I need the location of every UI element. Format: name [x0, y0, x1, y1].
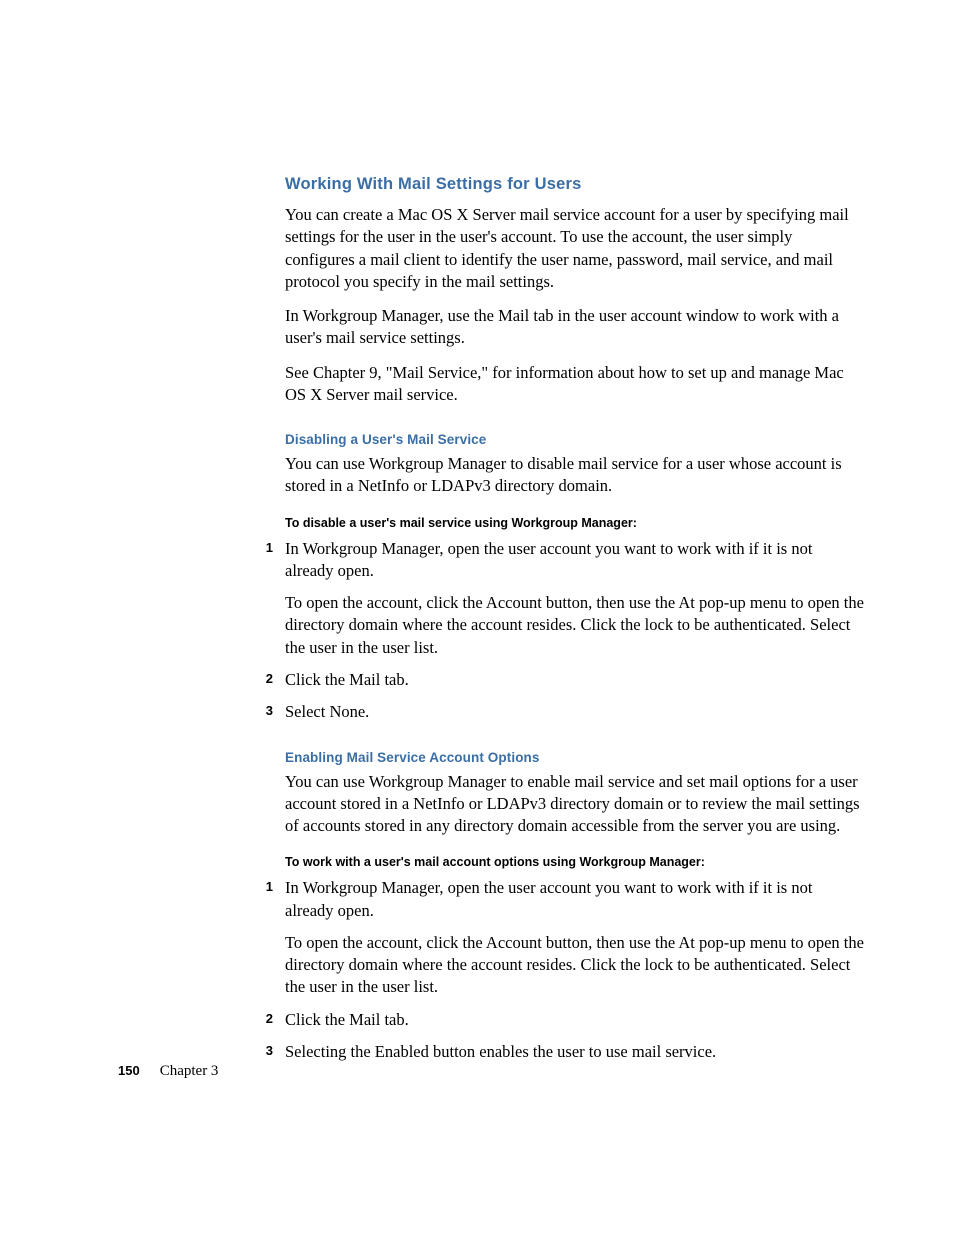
procedure-step: 2 Click the Mail tab. — [285, 1009, 864, 1031]
body-paragraph: You can use Workgroup Manager to enable … — [285, 771, 864, 838]
step-text: In Workgroup Manager, open the user acco… — [285, 877, 864, 922]
step-text: Click the Mail tab. — [285, 1009, 864, 1031]
step-number: 1 — [253, 538, 273, 659]
page-footer: 150 Chapter 3 — [118, 1062, 218, 1080]
step-body: In Workgroup Manager, open the user acco… — [285, 538, 864, 659]
step-number: 2 — [253, 669, 273, 691]
procedure-step: 3 Selecting the Enabled button enables t… — [285, 1041, 864, 1063]
step-number: 3 — [253, 701, 273, 723]
step-body: Selecting the Enabled button enables the… — [285, 1041, 864, 1063]
body-paragraph: In Workgroup Manager, use the Mail tab i… — [285, 305, 864, 350]
procedure-step: 1 In Workgroup Manager, open the user ac… — [285, 538, 864, 659]
step-number: 1 — [253, 877, 273, 998]
step-number: 2 — [253, 1009, 273, 1031]
step-text: Click the Mail tab. — [285, 669, 864, 691]
step-number: 3 — [253, 1041, 273, 1063]
chapter-label: Chapter 3 — [160, 1063, 219, 1079]
procedure-step: 2 Click the Mail tab. — [285, 669, 864, 691]
step-text: Select None. — [285, 701, 864, 723]
step-text: To open the account, click the Account b… — [285, 932, 864, 999]
body-paragraph: See Chapter 9, "Mail Service," for infor… — [285, 362, 864, 407]
procedure-heading: To disable a user's mail service using W… — [285, 516, 864, 530]
step-body: Click the Mail tab. — [285, 1009, 864, 1031]
step-body: In Workgroup Manager, open the user acco… — [285, 877, 864, 998]
procedure-step: 1 In Workgroup Manager, open the user ac… — [285, 877, 864, 998]
step-body: Click the Mail tab. — [285, 669, 864, 691]
heading-disabling-mail: Disabling a User's Mail Service — [285, 432, 864, 447]
body-paragraph: You can create a Mac OS X Server mail se… — [285, 204, 864, 293]
page-number: 150 — [118, 1063, 140, 1078]
step-text: To open the account, click the Account b… — [285, 592, 864, 659]
procedure-step: 3 Select None. — [285, 701, 864, 723]
heading-working-with-mail: Working With Mail Settings for Users — [285, 175, 864, 194]
heading-enabling-mail-options: Enabling Mail Service Account Options — [285, 750, 864, 765]
step-text: In Workgroup Manager, open the user acco… — [285, 538, 864, 583]
procedure-heading: To work with a user's mail account optio… — [285, 855, 864, 869]
step-text: Selecting the Enabled button enables the… — [285, 1041, 864, 1063]
body-paragraph: You can use Workgroup Manager to disable… — [285, 453, 864, 498]
page-content: Working With Mail Settings for Users You… — [0, 0, 954, 1063]
step-body: Select None. — [285, 701, 864, 723]
